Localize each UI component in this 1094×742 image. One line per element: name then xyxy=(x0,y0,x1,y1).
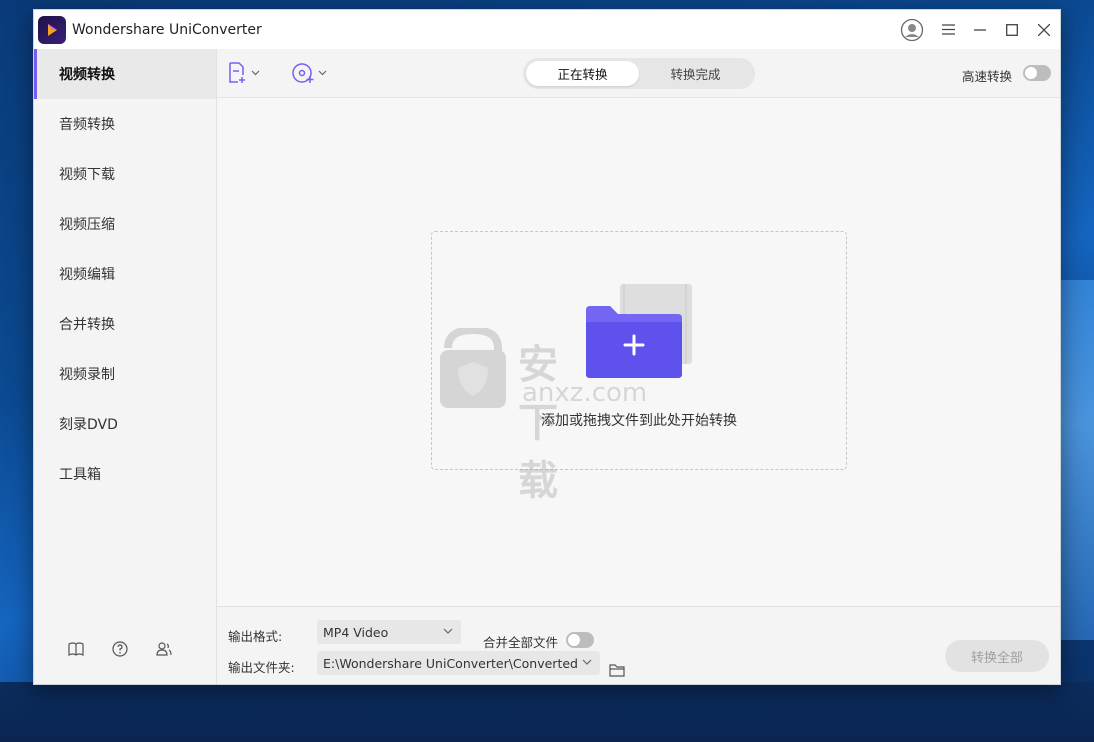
account-icon[interactable] xyxy=(155,640,173,658)
book-icon[interactable] xyxy=(67,640,85,658)
desktop-background xyxy=(0,682,1094,742)
fast-convert-toggle[interactable] xyxy=(1023,65,1051,81)
app-logo-icon xyxy=(38,15,66,44)
output-folder-value: E:\Wondershare UniConverter\Converted xyxy=(323,655,578,671)
sidebar-item-toolbox[interactable]: 工具箱 xyxy=(34,449,216,499)
sidebar-item-merge[interactable]: 合并转换 xyxy=(34,299,216,349)
output-format-label: 输出格式: xyxy=(228,629,283,644)
sidebar-item-video-edit[interactable]: 视频编辑 xyxy=(34,249,216,299)
app-window: Wondershare UniConverter 视频转换 音频转换 视频下载 … xyxy=(33,9,1061,685)
footer: 输出格式: MP4 Video 合并全部文件 输出文件夹: E:\Wonders… xyxy=(217,606,1060,684)
main-area: 安下载 anxz.com 添加或拖拽文件到此处开始转换 xyxy=(217,98,1060,606)
sidebar-item-video-download[interactable]: 视频下载 xyxy=(34,149,216,199)
sidebar-item-video-compress[interactable]: 视频压缩 xyxy=(34,199,216,249)
sidebar-item-label: 刻录DVD xyxy=(59,417,118,433)
output-folder-select[interactable]: E:\Wondershare UniConverter\Converted xyxy=(317,651,600,675)
add-disc-button[interactable] xyxy=(292,61,327,85)
menu-icon[interactable] xyxy=(932,10,964,49)
help-icon[interactable] xyxy=(111,640,129,658)
sidebar-item-audio-convert[interactable]: 音频转换 xyxy=(34,99,216,149)
chevron-down-icon xyxy=(251,70,260,76)
convert-all-button[interactable]: 转换全部 xyxy=(945,640,1049,672)
maximize-icon[interactable] xyxy=(996,10,1028,49)
close-icon[interactable] xyxy=(1028,10,1060,49)
drop-zone-text: 添加或拖拽文件到此处开始转换 xyxy=(541,413,737,429)
tab-converted[interactable]: 转换完成 xyxy=(639,61,752,86)
sidebar-item-label: 音频转换 xyxy=(59,117,115,133)
watermark-subtext: anxz.com xyxy=(522,378,648,408)
user-icon[interactable] xyxy=(896,10,928,49)
sidebar-item-label: 工具箱 xyxy=(59,467,101,483)
add-folder-icon xyxy=(586,284,692,378)
output-format-select[interactable]: MP4 Video xyxy=(317,620,461,644)
shield-icon xyxy=(440,325,506,408)
merge-all-toggle[interactable] xyxy=(566,632,594,648)
chevron-down-icon xyxy=(318,70,327,76)
open-folder-button[interactable] xyxy=(609,663,625,681)
drop-zone[interactable]: 安下载 anxz.com 添加或拖拽文件到此处开始转换 xyxy=(431,231,847,504)
toolbar: 正在转换 转换完成 高速转换 xyxy=(217,49,1060,98)
add-disc-icon xyxy=(292,63,314,83)
add-file-button[interactable] xyxy=(227,61,260,85)
sidebar-item-burn-dvd[interactable]: 刻录DVD xyxy=(34,399,216,449)
sidebar-item-label: 视频录制 xyxy=(59,367,115,383)
chevron-down-icon xyxy=(582,659,592,665)
add-file-icon xyxy=(229,62,245,83)
watermark: 安下载 anxz.com xyxy=(438,325,647,504)
minimize-icon[interactable] xyxy=(964,10,996,49)
folder-icon xyxy=(609,664,625,677)
app-title: Wondershare UniConverter xyxy=(72,21,262,38)
merge-all-label: 合并全部文件 xyxy=(483,635,559,650)
sidebar-item-label: 视频压缩 xyxy=(59,217,115,233)
conversion-tabs: 正在转换 转换完成 xyxy=(523,58,755,89)
fast-convert-label: 高速转换 xyxy=(961,69,1012,84)
tab-converting[interactable]: 正在转换 xyxy=(526,61,639,86)
sidebar-item-label: 视频下载 xyxy=(59,167,115,183)
output-format-value: MP4 Video xyxy=(323,624,389,640)
sidebar-item-video-convert[interactable]: 视频转换 xyxy=(34,49,216,99)
sidebar-item-label: 合并转换 xyxy=(59,317,115,333)
sidebar: 视频转换 音频转换 视频下载 视频压缩 视频编辑 合并转换 视频录制 刻录DVD… xyxy=(34,49,217,684)
sidebar-item-label: 视频编辑 xyxy=(59,267,115,283)
chevron-down-icon xyxy=(443,628,453,634)
sidebar-item-label: 视频转换 xyxy=(59,67,115,83)
output-folder-label: 输出文件夹: xyxy=(228,660,295,675)
sidebar-item-screen-record[interactable]: 视频录制 xyxy=(34,349,216,399)
title-bar: Wondershare UniConverter xyxy=(34,10,1060,49)
